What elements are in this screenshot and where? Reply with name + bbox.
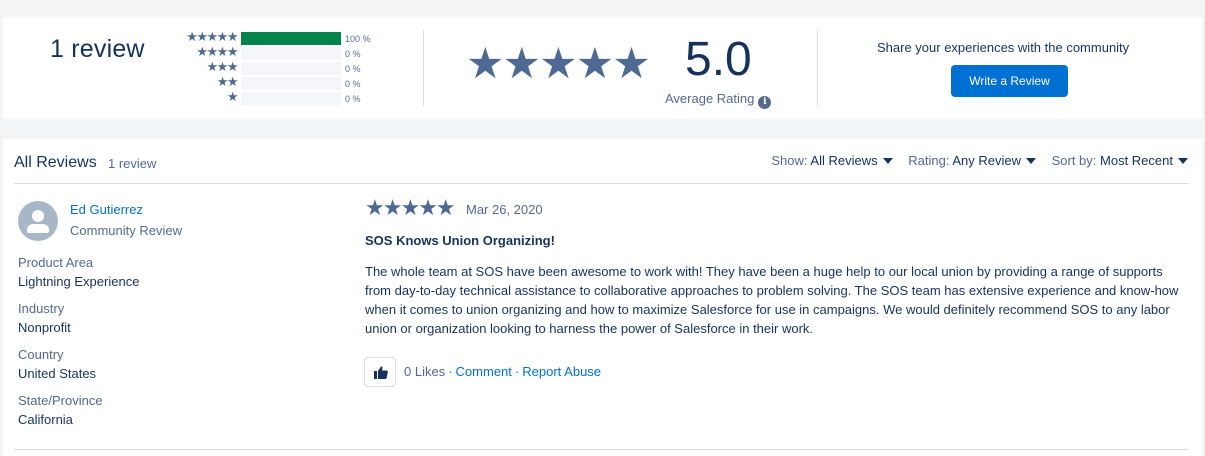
comment-link[interactable]: Comment xyxy=(456,364,512,379)
like-button[interactable] xyxy=(364,357,396,387)
reviewer-type: Community Review xyxy=(70,223,182,238)
average-rating-label: Average Rating i xyxy=(665,91,772,109)
distribution-stars: ★ xyxy=(226,89,239,104)
chevron-down-icon xyxy=(882,158,893,164)
separator-dot: · xyxy=(448,364,453,379)
attribute-label: Country xyxy=(18,347,64,362)
review-title: SOS Knows Union Organizing! xyxy=(365,233,555,248)
average-rating-value: 5.0 xyxy=(685,33,752,86)
average-stars-icon: ★★★★★ xyxy=(466,40,651,88)
write-review-button[interactable]: Write a Review xyxy=(951,65,1068,97)
attribute-value: California xyxy=(18,412,73,427)
reviews-card: All Reviews 1 review Show: All Reviews R… xyxy=(3,139,1202,456)
reviewer-name-link[interactable]: Ed Gutierrez xyxy=(70,202,143,217)
show-filter-value: All Reviews xyxy=(810,153,878,168)
all-reviews-title: All Reviews xyxy=(14,154,97,171)
review-count-heading: 1 review xyxy=(50,35,145,63)
user-avatar-icon[interactable] xyxy=(18,201,58,241)
sort-value: Most Recent xyxy=(1100,153,1173,168)
distribution-percent: 0 % xyxy=(345,49,361,59)
report-abuse-link[interactable]: Report Abuse xyxy=(522,364,601,379)
divider xyxy=(817,30,818,106)
divider xyxy=(14,183,1189,184)
avatar-body-shape xyxy=(27,224,49,233)
attribute-value: Lightning Experience xyxy=(18,274,140,289)
distribution-bar xyxy=(241,47,341,60)
divider xyxy=(14,449,1189,450)
show-filter-label: Show: xyxy=(771,153,808,168)
distribution-row-3[interactable]: ★★★ 0 % xyxy=(175,59,395,76)
attribute-value: Nonprofit xyxy=(18,320,71,335)
distribution-bar xyxy=(241,32,341,45)
rating-summary-card: 1 review ★★★★★ 100 % ★★★★ 0 % ★★★ 0 % ★★… xyxy=(3,17,1202,119)
sort-dropdown[interactable]: Sort by: Most Recent xyxy=(1052,153,1188,168)
share-prompt: Share your experiences with the communit… xyxy=(877,40,1130,55)
sort-label: Sort by: xyxy=(1051,153,1097,168)
review-filters: Show: All Reviews Rating: Any Review Sor… xyxy=(759,153,1188,168)
attribute-label: Industry xyxy=(18,301,65,316)
thumbs-up-icon xyxy=(374,366,388,379)
distribution-stars: ★★★★★ xyxy=(186,29,238,44)
distribution-bar xyxy=(241,92,341,105)
distribution-percent: 0 % xyxy=(345,94,361,104)
review-actions: 0 Likes · Comment · Report Abuse xyxy=(404,364,601,379)
rating-filter-dropdown[interactable]: Rating: Any Review xyxy=(908,153,1036,168)
distribution-row-1[interactable]: ★ 0 % xyxy=(175,89,395,106)
average-rating-text: Average Rating xyxy=(665,91,755,106)
distribution-stars: ★★★ xyxy=(206,59,239,74)
distribution-row-2[interactable]: ★★ 0 % xyxy=(175,74,395,91)
distribution-stars: ★★ xyxy=(216,74,239,89)
chevron-down-icon xyxy=(1178,158,1188,164)
distribution-bar-fill xyxy=(241,32,341,45)
show-filter-dropdown[interactable]: Show: All Reviews xyxy=(771,153,893,168)
chevron-down-icon xyxy=(1025,158,1036,164)
review-date: Mar 26, 2020 xyxy=(466,202,543,217)
rating-filter-value: Any Review xyxy=(952,153,1021,168)
avatar-head-shape xyxy=(32,210,44,222)
distribution-stars: ★★★★ xyxy=(196,44,238,59)
distribution-bar xyxy=(241,62,341,75)
distribution-bar xyxy=(241,77,341,90)
divider xyxy=(423,30,424,106)
rating-filter-label: Rating: xyxy=(908,153,950,168)
likes-count: 0 Likes xyxy=(404,364,446,379)
attribute-value: United States xyxy=(18,366,97,381)
distribution-percent: 0 % xyxy=(345,64,361,74)
distribution-percent: 100 % xyxy=(345,34,371,44)
separator-dot: · xyxy=(514,364,520,379)
distribution-percent: 0 % xyxy=(345,79,361,89)
review-stars-icon: ★★★★★ xyxy=(365,195,456,220)
reviews-count: 1 review xyxy=(108,156,157,171)
attribute-label: State/Province xyxy=(18,393,103,408)
info-icon[interactable]: i xyxy=(758,96,772,109)
attribute-label: Product Area xyxy=(18,255,94,270)
review-body: The whole team at SOS have been awesome … xyxy=(365,264,1179,336)
